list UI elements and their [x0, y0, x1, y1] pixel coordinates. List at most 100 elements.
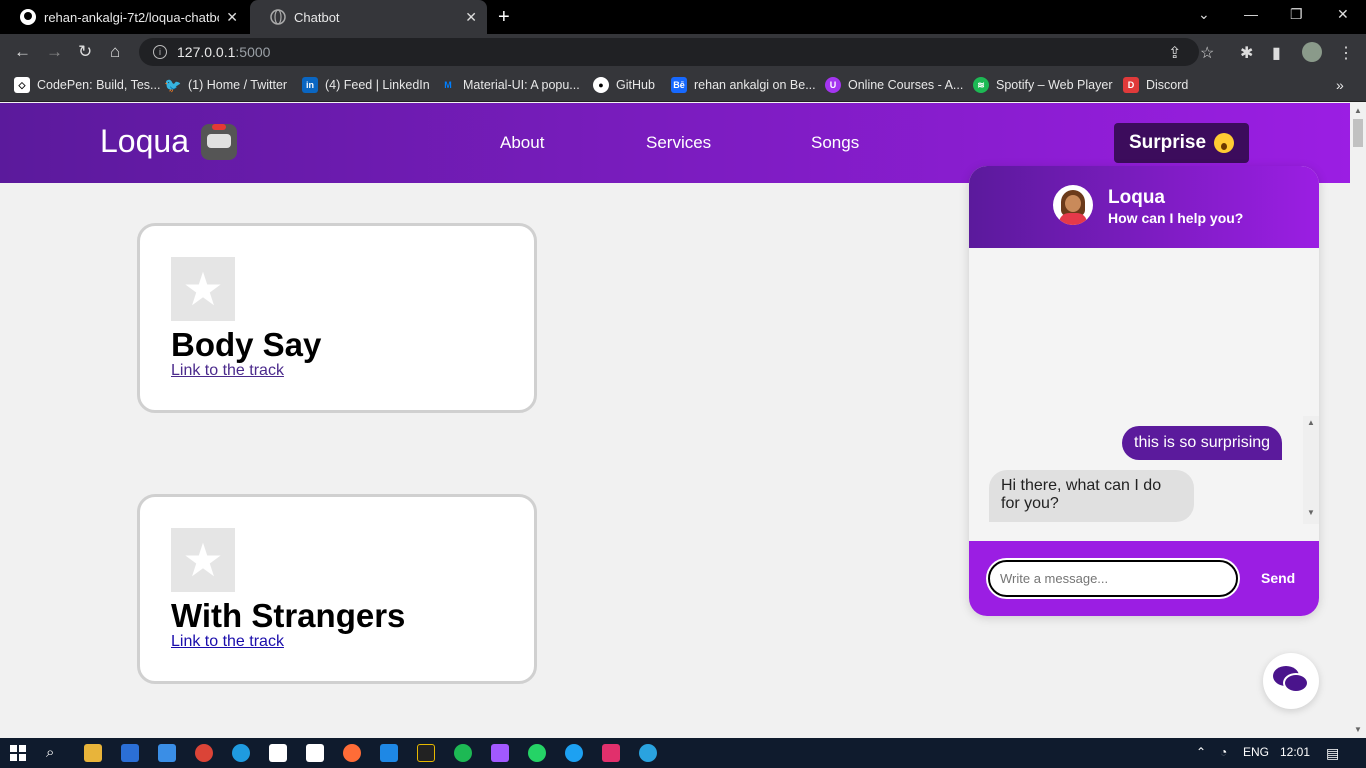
bookmark-item[interactable]: ≋ Spotify – Web Player: [973, 77, 1113, 93]
spotify-icon[interactable]: [454, 744, 472, 762]
nav-songs[interactable]: Songs: [811, 133, 859, 153]
notifications-icon[interactable]: ▤: [1326, 745, 1339, 762]
song-title: Body Say: [171, 326, 322, 363]
github-icon: [20, 9, 36, 25]
avatar: [1053, 185, 1093, 225]
chat-bot-name: Loqua: [1108, 187, 1165, 208]
user-message: this is so surprising: [1122, 426, 1283, 460]
brand-name: Loqua: [100, 123, 189, 159]
url-host: 127.0.0.1: [177, 44, 236, 60]
browser-tab-bar: rehan-ankalgi-7t2/loqua-chatbot ✕ Chatbo…: [0, 0, 1366, 34]
postman-icon[interactable]: [343, 744, 361, 762]
more-bookmarks-icon[interactable]: »: [1336, 77, 1344, 93]
tab-title: rehan-ankalgi-7t2/loqua-chatbot: [44, 9, 219, 25]
close-window-icon[interactable]: ✕: [1337, 6, 1349, 23]
bookmark-item[interactable]: Bē rehan ankalgi on Be...: [671, 77, 816, 93]
song-card: ★ With Strangers Link to the track: [137, 494, 537, 684]
windows-start-icon[interactable]: [10, 745, 26, 761]
bookmark-item[interactable]: D Discord: [1123, 77, 1188, 93]
chat-footer: Send: [969, 541, 1319, 616]
bookmark-item[interactable]: in (4) Feed | LinkedIn: [302, 77, 430, 93]
tab-github[interactable]: rehan-ankalgi-7t2/loqua-chatbot ✕: [0, 0, 248, 34]
spotify-icon: ≋: [973, 77, 989, 93]
mail-icon[interactable]: [158, 744, 176, 762]
chevron-down-icon[interactable]: ⌄: [1198, 6, 1210, 23]
windows-taskbar: ⌕ ⌃ ◔ ENG 12:01 ▤: [0, 738, 1366, 768]
chrome-icon[interactable]: [195, 744, 213, 762]
address-bar-row: ← → ↻ ⌂ i 127.0.0.1:5000 ⇪ ☆ ✱ ▮ ⋮: [0, 34, 1366, 70]
site-brand[interactable]: Loqua: [100, 123, 237, 160]
twitter-icon[interactable]: [565, 744, 583, 762]
send-button[interactable]: Send: [1261, 570, 1295, 586]
profile-avatar[interactable]: [1302, 42, 1322, 62]
bookmark-label: CodePen: Build, Tes...: [37, 78, 161, 92]
nav-about[interactable]: About: [500, 133, 544, 153]
star-icon: ★: [171, 257, 235, 321]
bookmark-label: (4) Feed | LinkedIn: [325, 78, 430, 92]
bookmarks-bar: ◇ CodePen: Build, Tes... 🐦 (1) Home / Twit…: [0, 70, 1366, 102]
track-link[interactable]: Link to the track: [171, 362, 284, 380]
bookmark-item[interactable]: U Online Courses - A...: [825, 77, 963, 93]
new-tab-icon[interactable]: +: [498, 6, 510, 29]
telegram-icon[interactable]: [639, 744, 657, 762]
song-title: With Strangers: [171, 597, 406, 634]
bookmark-label: Material-UI: A popu...: [463, 78, 580, 92]
bookmark-item[interactable]: 🐦 (1) Home / Twitter: [164, 77, 287, 93]
scroll-thumb[interactable]: [1353, 119, 1363, 147]
language-indicator[interactable]: ENG: [1243, 745, 1269, 759]
notion-icon[interactable]: [269, 744, 287, 762]
minimize-icon[interactable]: —: [1244, 6, 1258, 22]
chat-subtitle: How can I help you?: [1108, 210, 1244, 226]
info-icon[interactable]: i: [153, 45, 167, 59]
menu-icon[interactable]: ⋮: [1338, 43, 1354, 63]
globe-icon: [270, 9, 286, 25]
url-input[interactable]: i 127.0.0.1:5000: [139, 38, 1199, 66]
instagram-icon[interactable]: [602, 744, 620, 762]
chat-widget: Loqua How can I help you? ▲ ▼ this is so…: [969, 166, 1319, 616]
surprise-button[interactable]: Surprise: [1114, 123, 1249, 163]
chevron-up-icon[interactable]: ⌃: [1196, 745, 1206, 759]
typora-icon[interactable]: [306, 744, 324, 762]
scroll-up-icon[interactable]: ▲: [1354, 106, 1362, 115]
track-link[interactable]: Link to the track: [171, 633, 284, 651]
bookmark-item[interactable]: ◇ CodePen: Build, Tes...: [14, 77, 160, 93]
terminal-icon[interactable]: [417, 744, 435, 762]
restore-icon[interactable]: ❐: [1290, 6, 1303, 23]
wifi-icon[interactable]: ◔: [1220, 745, 1227, 759]
bookmark-item[interactable]: ● GitHub: [593, 77, 655, 93]
forward-icon[interactable]: →: [46, 42, 63, 62]
home-icon[interactable]: ⌂: [110, 42, 120, 62]
back-icon[interactable]: ←: [14, 42, 31, 62]
side-panel-icon[interactable]: ▮: [1272, 43, 1281, 63]
reload-icon[interactable]: ↻: [78, 42, 92, 62]
bookmark-label: GitHub: [616, 78, 655, 92]
tab-title: Chatbot: [294, 9, 340, 25]
edge-icon[interactable]: [232, 744, 250, 762]
close-tab-icon[interactable]: ✕: [226, 9, 238, 26]
chat-scrollbar[interactable]: ▲ ▼: [1303, 416, 1319, 524]
bookmark-item[interactable]: M Material-UI: A popu...: [440, 77, 580, 93]
bot-message: Hi there, what can I do for you?: [989, 470, 1194, 522]
star-icon: ★: [171, 528, 235, 592]
bookmark-label: rehan ankalgi on Be...: [694, 78, 816, 92]
page-scrollbar[interactable]: ▲ ▼: [1350, 103, 1366, 738]
vscode-icon[interactable]: [380, 744, 398, 762]
nav-services[interactable]: Services: [646, 133, 711, 153]
message-input[interactable]: [988, 560, 1238, 597]
star-icon[interactable]: ☆: [1200, 43, 1214, 63]
figma-icon[interactable]: [491, 744, 509, 762]
share-icon[interactable]: ⇪: [1168, 43, 1181, 63]
whatsapp-icon[interactable]: [528, 744, 546, 762]
clock[interactable]: 12:01: [1280, 745, 1310, 759]
store-icon[interactable]: [121, 744, 139, 762]
scroll-down-icon[interactable]: ▼: [1354, 725, 1362, 734]
tab-chatbot[interactable]: Chatbot ✕: [250, 0, 487, 34]
song-card: ★ Body Say Link to the track: [137, 223, 537, 413]
chat-header: Loqua How can I help you?: [969, 166, 1319, 248]
chat-toggle-button[interactable]: [1263, 653, 1319, 709]
extensions-icon[interactable]: ✱: [1240, 43, 1253, 63]
search-icon[interactable]: ⌕: [46, 744, 64, 762]
close-tab-icon[interactable]: ✕: [465, 9, 477, 26]
github-icon: ●: [593, 77, 609, 93]
file-explorer-icon[interactable]: [84, 744, 102, 762]
